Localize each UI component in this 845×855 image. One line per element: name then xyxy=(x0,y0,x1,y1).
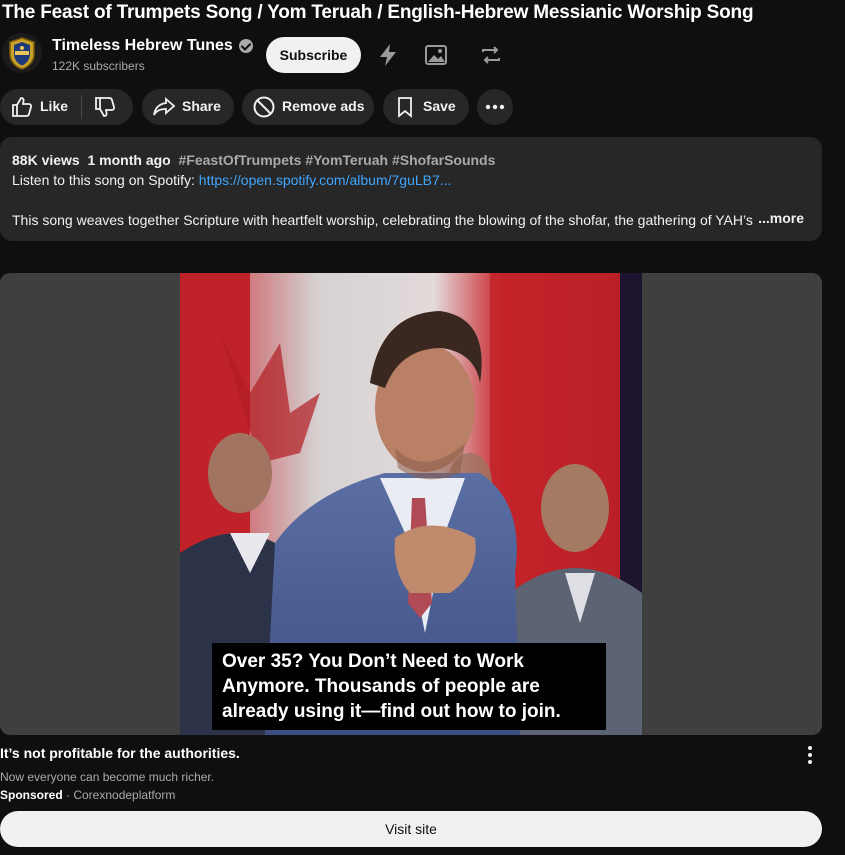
ad-caption: Over 35? You Don’t Need to Work Anymore.… xyxy=(212,643,606,730)
channel-avatar[interactable] xyxy=(2,33,42,73)
like-button[interactable]: Like xyxy=(40,98,68,114)
sponsored-label: Sponsored xyxy=(0,788,63,802)
spotify-line: Listen to this song on Spotify: https://… xyxy=(12,170,810,190)
remove-ads-button[interactable]: Remove ads xyxy=(242,89,374,125)
lightning-icon[interactable] xyxy=(374,41,402,69)
upload-age: 1 month ago xyxy=(87,152,171,168)
ad-title[interactable]: It’s not profitable for the authorities. xyxy=(0,745,240,761)
like-divider xyxy=(81,95,82,119)
share-button[interactable]: Share xyxy=(142,89,234,125)
share-icon xyxy=(152,95,176,119)
like-dislike-group: Like xyxy=(0,89,133,125)
view-count: 88K views xyxy=(12,152,80,168)
ad-sponsor-line: Sponsored · Corexnodeplatform xyxy=(0,788,176,802)
repeat-icon[interactable] xyxy=(477,41,505,69)
channel-name-wrap[interactable]: Timeless Hebrew Tunes xyxy=(52,37,253,55)
share-label: Share xyxy=(182,98,221,114)
ad-subtitle: Now everyone can become much richer. xyxy=(0,770,215,784)
subscriber-count: 122K subscribers xyxy=(52,59,145,73)
save-button[interactable]: Save xyxy=(383,89,469,125)
bookmark-icon xyxy=(393,95,417,119)
remove-ads-label: Remove ads xyxy=(282,98,365,114)
description-body: This song weaves together Scripture with… xyxy=(12,212,753,228)
visit-site-button[interactable]: Visit site xyxy=(0,811,822,847)
description-meta-line: 88K views 1 month ago #FeastOfTrumpets #… xyxy=(12,150,810,170)
advertiser-name[interactable]: Corexnodeplatform xyxy=(73,788,175,802)
video-title: The Feast of Trumpets Song / Yom Teruah … xyxy=(2,2,754,23)
spotify-prefix: Listen to this song on Spotify: xyxy=(12,172,199,188)
more-horizontal-icon[interactable] xyxy=(477,89,513,125)
verified-icon xyxy=(238,39,253,53)
subscribe-button[interactable]: Subscribe xyxy=(266,37,361,73)
spotify-link[interactable]: https://open.spotify.com/album/7guLB7... xyxy=(199,172,452,188)
save-label: Save xyxy=(423,98,456,114)
channel-name[interactable]: Timeless Hebrew Tunes xyxy=(52,37,233,55)
no-ads-icon xyxy=(252,95,276,119)
thumbs-up-icon[interactable] xyxy=(10,95,34,119)
thumbs-down-icon[interactable] xyxy=(93,95,117,119)
hashtags[interactable]: #FeastOfTrumpets #YomTeruah #ShofarSound… xyxy=(179,152,496,168)
show-more-button[interactable]: ...more xyxy=(758,208,804,228)
description-box[interactable]: 88K views 1 month ago #FeastOfTrumpets #… xyxy=(0,137,822,241)
more-vertical-icon[interactable] xyxy=(802,745,818,765)
channel-row: Timeless Hebrew Tunes 122K subscribers S… xyxy=(2,33,842,79)
image-icon[interactable] xyxy=(422,41,450,69)
